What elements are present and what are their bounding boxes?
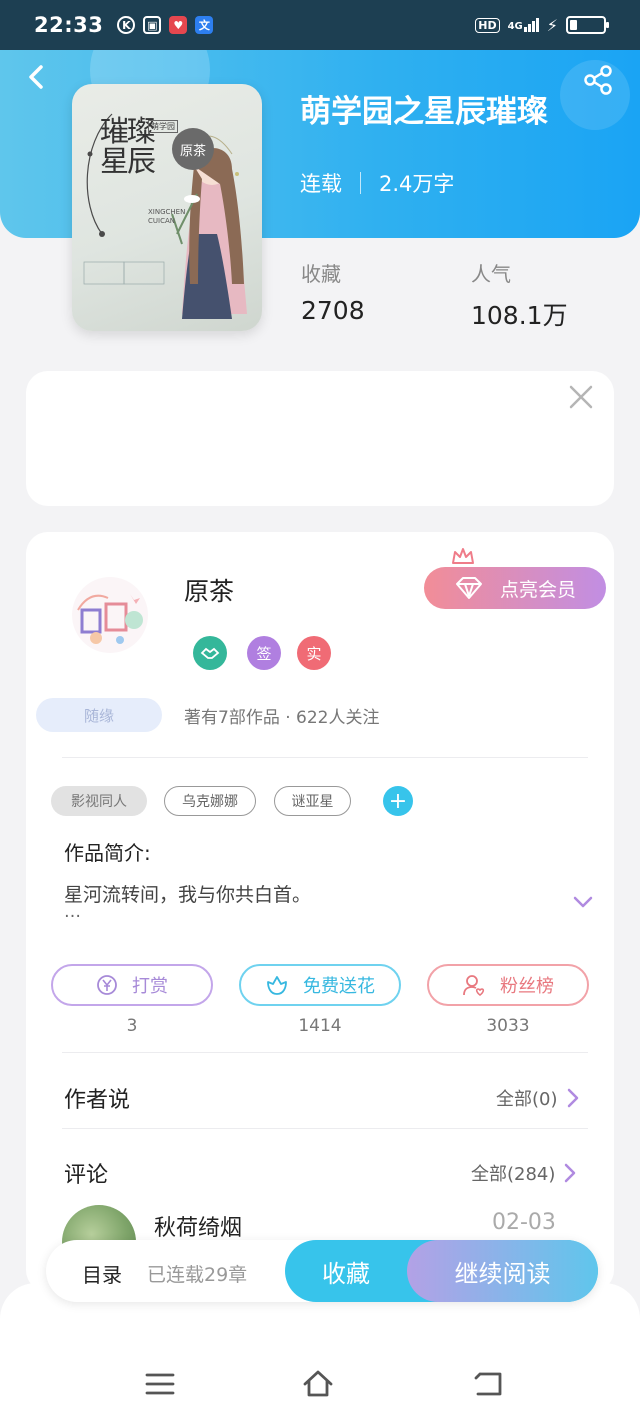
reward-count: 3 xyxy=(126,1016,138,1036)
comment-date: 02-03 xyxy=(492,1210,556,1235)
flower-icon xyxy=(265,974,289,996)
book-word-count: 2.4万字 xyxy=(379,172,455,196)
chevron-down-icon[interactable] xyxy=(572,894,594,910)
divider xyxy=(62,757,588,758)
tag-outline[interactable]: 谜亚星 xyxy=(274,786,351,816)
chevron-right-icon xyxy=(567,1088,578,1108)
charging-icon: ⚡ xyxy=(546,15,558,35)
continue-reading-button[interactable]: 继续阅读 xyxy=(407,1240,598,1302)
author-avatar[interactable] xyxy=(60,570,160,660)
fan-ranking-button[interactable]: 粉丝榜 xyxy=(427,964,589,1006)
commenter-name[interactable]: 秋荷绮烟 xyxy=(154,1210,242,1242)
book-meta: 连载 2.4万字 xyxy=(300,168,454,198)
dialog-icon: ▣ xyxy=(143,16,162,34)
vip-label: 点亮会员 xyxy=(500,578,577,601)
clock: 22:33 xyxy=(34,13,104,37)
fan-count: 3033 xyxy=(486,1016,530,1036)
ad-card xyxy=(26,371,614,506)
book-title: 萌学园之星辰璀璨 xyxy=(300,94,548,130)
send-flower-label: 免费送花 xyxy=(303,976,375,997)
add-tag-button[interactable]: + xyxy=(383,786,413,816)
yen-icon xyxy=(96,974,118,996)
notification-icons: K ▣ ♥ 文 xyxy=(117,16,214,34)
intro-heading: 作品简介: xyxy=(64,841,151,865)
action-buttons-group: 收藏 继续阅读 xyxy=(285,1240,598,1302)
network-icon: 4G xyxy=(508,18,539,32)
comments-title: 评论 xyxy=(64,1163,109,1188)
stat-label-collect: 收藏 xyxy=(301,262,341,286)
collect-button[interactable]: 收藏 xyxy=(285,1240,407,1302)
heart-shield-icon: ♥ xyxy=(169,16,188,34)
tag-filled[interactable]: 影视同人 xyxy=(51,786,147,816)
author-works-summary: 著有7部作品 · 622人关注 xyxy=(184,708,380,728)
author-says-title: 作者说 xyxy=(64,1088,131,1113)
fan-user-icon xyxy=(462,974,486,996)
cover-pinyin: XINGCHEN CUICAN xyxy=(148,208,186,225)
toc-button[interactable]: 目录 xyxy=(82,1259,122,1288)
system-nav-bar xyxy=(0,1283,640,1422)
author-name[interactable]: 原茶 xyxy=(184,572,234,608)
chapter-count: 已连载29章 xyxy=(147,1264,248,1286)
battery-icon xyxy=(566,16,609,34)
close-icon[interactable] xyxy=(568,384,594,410)
chevron-right-icon xyxy=(565,1163,576,1183)
share-icon[interactable] xyxy=(582,64,614,96)
diamond-icon xyxy=(456,577,482,599)
divider xyxy=(62,1052,588,1053)
system-indicators: HD 4G ⚡ xyxy=(475,15,609,35)
intro-ellipsis: … xyxy=(64,902,81,922)
author-says-all-link[interactable]: 全部(0) xyxy=(496,1085,580,1111)
handshake-badge-icon[interactable] xyxy=(193,636,227,670)
crown-icon xyxy=(452,548,474,564)
light-vip-button[interactable]: 点亮会员 xyxy=(424,567,606,609)
hd-icon: HD xyxy=(475,17,500,33)
flower-count: 1414 xyxy=(298,1016,342,1036)
send-flower-button[interactable]: 免费送花 xyxy=(239,964,401,1006)
stat-value-popularity: 108.1万 xyxy=(471,301,568,330)
cover-author-seal: 原茶 xyxy=(172,128,214,170)
back-icon[interactable] xyxy=(24,64,50,90)
home-icon[interactable] xyxy=(302,1368,334,1400)
cover-tag: 萌学园 xyxy=(148,120,178,133)
k-circle-icon: K xyxy=(117,16,136,34)
comments-all-link[interactable]: 全部(284) xyxy=(471,1160,577,1186)
translate-icon: 文 xyxy=(195,16,214,34)
book-cover[interactable]: 璀璨星辰 原茶 萌学园 XINGCHEN CUICAN xyxy=(72,84,262,331)
divider xyxy=(62,1128,588,1129)
fan-ranking-label: 粉丝榜 xyxy=(500,976,554,997)
signed-badge[interactable]: 签 xyxy=(247,636,281,670)
back-nav-icon[interactable] xyxy=(472,1368,504,1400)
stat-label-popularity: 人气 xyxy=(471,262,511,286)
intro-text: 星河流转间，我与你共白首。 xyxy=(64,884,312,906)
stat-value-collect: 2708 xyxy=(301,296,365,325)
status-bar: 22:33 K ▣ ♥ 文 HD 4G ⚡ xyxy=(0,0,640,50)
fate-label: 随缘 xyxy=(36,698,162,732)
verified-badge[interactable]: 实 xyxy=(297,636,331,670)
menu-icon[interactable] xyxy=(144,1368,176,1400)
reward-button[interactable]: 打赏 xyxy=(51,964,213,1006)
book-status: 连载 xyxy=(300,172,342,196)
reward-label: 打赏 xyxy=(132,976,168,997)
tag-outline[interactable]: 乌克娜娜 xyxy=(164,786,256,816)
meta-divider xyxy=(360,172,361,194)
